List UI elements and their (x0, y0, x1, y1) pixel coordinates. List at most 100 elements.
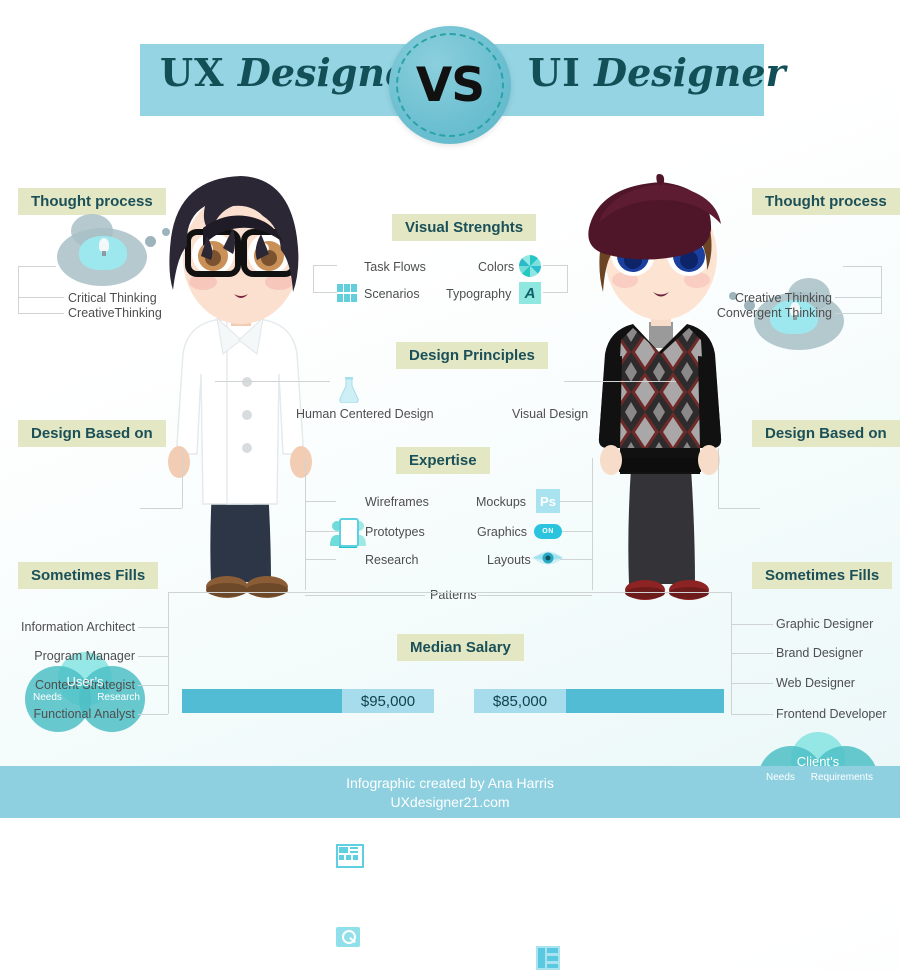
header-title-left-strong: UX (160, 50, 225, 95)
infographic-canvas: UX Designer VS UI Designer Thought proce… (0, 0, 900, 970)
connector-thought-left-mid (18, 297, 64, 298)
venn-right-left-label: Needs (766, 772, 795, 783)
venn-right-right-label: Requirements (810, 772, 873, 783)
connector-expertise-left-1 (305, 531, 339, 532)
connector-thought-right-vertical (881, 266, 882, 314)
patterns-label: Patterns (430, 588, 477, 602)
connector-design-principle-right (564, 381, 676, 382)
sometimes-fills-left-1: Program Manager (34, 649, 135, 663)
visual-strength-right-0-label: Colors (478, 260, 515, 274)
connector-venn-left (140, 508, 182, 509)
connector-fills-left-1 (138, 656, 168, 657)
thought-item-left-1: CreativeThinking (68, 306, 162, 320)
connector-visual-left-1 (313, 292, 337, 293)
typography-a-icon: A (519, 282, 541, 304)
footer: Infographic created by Ana Harris UXdesi… (0, 766, 900, 818)
layout-icon (536, 946, 560, 970)
thought-item-right-0: Creative Thinking (734, 291, 832, 305)
section-label-thought-process-right: Thought process (752, 188, 900, 215)
section-label-sometimes-fills-right: Sometimes Fills (752, 562, 893, 589)
color-wheel-icon (519, 255, 541, 277)
phone-icon (339, 518, 359, 547)
connector-fills-right-1 (731, 653, 773, 654)
venn-left-top-label: User’s (66, 674, 104, 689)
expertise-right-1-label: Graphics (477, 525, 528, 539)
connector-thought-left-vertical (18, 266, 19, 314)
wireframe-icon (336, 844, 364, 868)
connector-thought-right-mid (835, 297, 881, 298)
section-label-median-salary: Median Salary (397, 634, 524, 661)
section-label-design-based-on-right: Design Based on (752, 420, 900, 447)
section-label-sometimes-fills-left: Sometimes Fills (18, 562, 159, 589)
salary-bar-right-fill (566, 689, 724, 713)
thought-item-right-1: Convergent Thinking (716, 306, 832, 320)
connector-fills-left-3 (138, 714, 168, 715)
ux-designer-character (155, 172, 325, 612)
venn-left-right-label: Research (97, 692, 140, 703)
photoshop-icon-text: Ps (540, 493, 556, 509)
connector-thought-right-bot (835, 313, 881, 314)
toggle-on-icon: ON (534, 519, 562, 543)
section-label-thought-process-left: Thought process (18, 188, 166, 215)
connector-visual-left-0 (313, 265, 337, 266)
sometimes-fills-right-1: Brand Designer (776, 646, 863, 660)
header-title-right-strong: UI (528, 50, 581, 95)
grid-icon (337, 284, 357, 302)
connector-venn-left-vert (182, 448, 183, 508)
design-principle-left-label: Human Centered Design (296, 407, 434, 421)
connector-venn-right (718, 508, 760, 509)
sometimes-fills-right-3: Frontend Developer (776, 707, 887, 721)
connector-fills-right-top (447, 592, 732, 593)
connector-thought-left-top (18, 266, 56, 267)
connector-thought-right-top (843, 266, 881, 267)
section-label-visual-strengths: Visual Strenghts (392, 214, 537, 241)
connector-expertise-left-0 (305, 501, 336, 502)
connector-fills-left-0 (138, 627, 168, 628)
sometimes-fills-right-2: Web Designer (776, 676, 855, 690)
header-title-right-rest: Designer (594, 50, 786, 95)
design-principle-right-label: Visual Design (512, 407, 589, 421)
footer-site[interactable]: UXdesigner21.com (390, 794, 509, 810)
expertise-right-0-label: Mockups (476, 495, 527, 509)
connector-visual-right-0 (543, 265, 567, 266)
salary-value-right: $85,000 (474, 689, 566, 713)
connector-fills-right-3 (731, 714, 773, 715)
salary-bar-left-fill (182, 689, 342, 713)
vs-label: VS (415, 57, 485, 113)
connector-design-principle-left (215, 381, 330, 382)
magnifier-icon (336, 927, 360, 947)
expertise-left-2-label: Research (365, 553, 419, 567)
connector-fills-right-0 (731, 624, 773, 625)
sometimes-fills-left-0: Information Architect (21, 620, 135, 634)
visual-strength-right-1-label: Typography (446, 287, 512, 301)
connector-visual-right-vert (567, 265, 568, 293)
section-label-design-based-on-left: Design Based on (18, 420, 166, 447)
section-label-expertise: Expertise (396, 447, 490, 474)
sometimes-fills-left-3: Functional Analyst (33, 707, 135, 721)
lightbulb-icon (99, 238, 109, 256)
connector-expertise-right-0 (560, 501, 592, 502)
connector-visual-right-1 (543, 292, 567, 293)
connector-expertise-right-2 (560, 559, 592, 560)
eye-icon (532, 549, 563, 565)
connector-fills-right-2 (731, 683, 773, 684)
connector-patterns-right (478, 595, 592, 596)
connector-visual-left-vert (313, 265, 314, 293)
expertise-right-2-label: Layouts (487, 553, 531, 567)
footer-credit: Infographic created by Ana Harris (346, 774, 554, 791)
ui-designer-character (575, 172, 745, 612)
photoshop-icon: Ps (536, 489, 560, 513)
expertise-left-0-label: Wireframes (365, 495, 429, 509)
connector-expertise-left-2 (305, 559, 336, 560)
vs-badge: VS (389, 26, 511, 144)
visual-strength-left-0-label: Task Flows (364, 260, 426, 274)
sometimes-fills-right-0: Graphic Designer (776, 617, 874, 631)
connector-fills-left-top (168, 592, 453, 593)
section-label-design-principles: Design Principles (396, 342, 548, 369)
flask-icon (338, 377, 360, 404)
connector-fills-left-vert (168, 592, 169, 714)
salary-value-left: $95,000 (342, 689, 434, 713)
venn-left-left-label: Needs (33, 692, 62, 703)
header-title-left: UX Designer (160, 50, 429, 95)
connector-expertise-left-vert (305, 458, 306, 590)
